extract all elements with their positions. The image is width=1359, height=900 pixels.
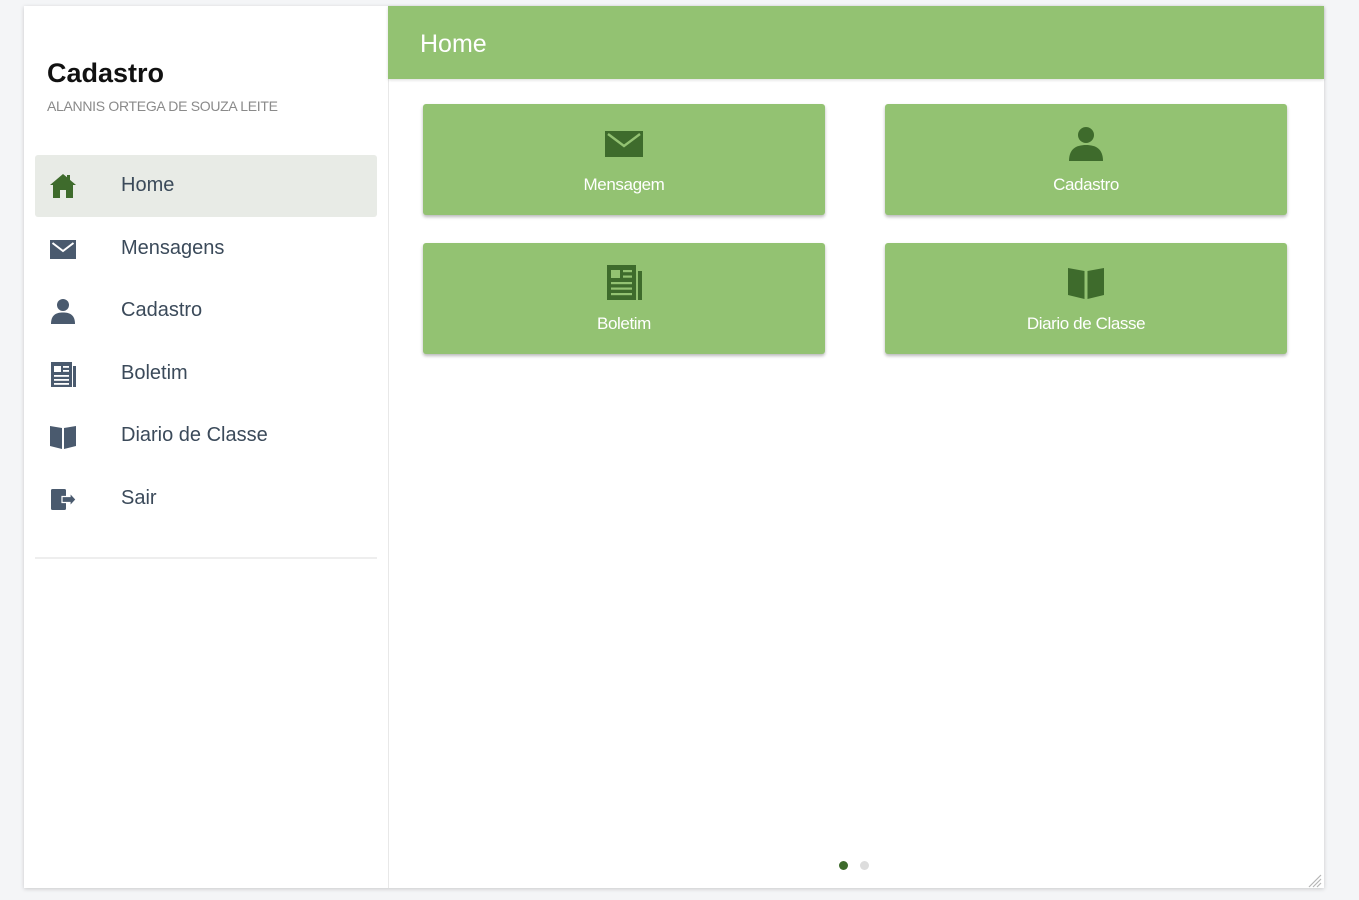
user-name: ALANNIS ORTEGA DE SOUZA LEITE [47, 98, 278, 114]
sidebar-item-mensagens[interactable]: Mensagens [35, 218, 377, 280]
home-icon [50, 174, 76, 198]
tile-label: Diario de Classe [1026, 314, 1146, 333]
tile-diario-de-classe[interactable]: Diario de Classe [885, 243, 1287, 354]
sidebar-menu: Home Mensagens Cadastro Boletim Diario d… [35, 155, 377, 531]
sidebar-item-label: Diario de Classe [121, 424, 268, 447]
page-dot-active[interactable] [839, 861, 848, 870]
sidebar-item-label: Boletim [121, 361, 188, 384]
sign-out-icon [51, 488, 77, 510]
user-icon [51, 299, 75, 325]
sidebar-item-label: Cadastro [121, 299, 203, 322]
envelope-icon [50, 239, 76, 259]
sidebar: Cadastro ALANNIS ORTEGA DE SOUZA LEITE H… [24, 6, 389, 888]
sidebar-item-label: Mensagens [121, 236, 225, 259]
tile-label: Mensagem [583, 175, 665, 194]
sidebar-item-sair[interactable]: Sair [35, 468, 377, 530]
sidebar-item-label: Sair [121, 486, 157, 509]
user-icon [1069, 127, 1103, 161]
sidebar-title: Cadastro [47, 58, 165, 88]
sidebar-item-label: Home [121, 174, 175, 196]
newspaper-icon [51, 361, 76, 387]
sidebar-item-boletim[interactable]: Boletim [35, 343, 377, 405]
resize-grip-icon[interactable] [1306, 872, 1322, 888]
book-icon [50, 426, 76, 450]
page-title: Home [420, 30, 487, 58]
tile-mensagem[interactable]: Mensagem [423, 104, 825, 215]
tile-label: Cadastro [1053, 175, 1119, 194]
sidebar-item-home[interactable]: Home [35, 155, 377, 217]
app-window: Cadastro ALANNIS ORTEGA DE SOUZA LEITE H… [24, 6, 1324, 888]
page-dot[interactable] [860, 861, 869, 870]
book-icon [1068, 268, 1104, 299]
envelope-icon [605, 131, 643, 157]
sidebar-item-diario-de-classe[interactable]: Diario de Classe [35, 405, 377, 467]
tile-boletim[interactable]: Boletim [423, 243, 825, 354]
tile-cadastro[interactable]: Cadastro [885, 104, 1287, 215]
newspaper-icon [607, 265, 642, 300]
sidebar-item-cadastro[interactable]: Cadastro [35, 280, 377, 342]
app-header: Home [388, 6, 1324, 79]
tile-label: Boletim [597, 314, 651, 333]
menu-divider [35, 557, 377, 559]
